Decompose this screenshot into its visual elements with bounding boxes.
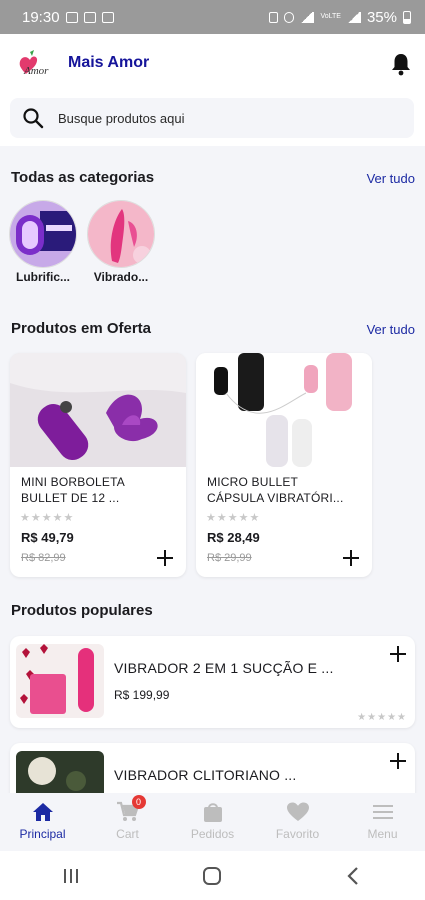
heart-icon xyxy=(286,802,309,821)
nav-item-pedidos[interactable]: Pedidos xyxy=(170,793,255,851)
nav-item-favorito[interactable]: Favorito xyxy=(255,793,340,851)
bell-icon[interactable] xyxy=(390,52,412,76)
app-header: Amor Mais Amor xyxy=(0,34,425,146)
nav-label: Pedidos xyxy=(190,827,235,841)
product-price: R$ 28,49 xyxy=(207,530,260,545)
nav-item-principal[interactable]: Principal xyxy=(0,793,85,851)
search-bar[interactable] xyxy=(10,98,414,138)
product-name: VIBRADOR CLITORIANO ... xyxy=(114,767,297,783)
battery-percent: 35% xyxy=(366,8,397,26)
gallery-icon xyxy=(101,11,114,23)
signal-icon xyxy=(346,11,361,23)
nav-item-cart[interactable]: 0 Cart xyxy=(85,793,170,851)
offer-card[interactable]: MINI BORBOLETA BULLET DE 12 ... ★★★★★ R$… xyxy=(10,353,186,577)
notification-icon xyxy=(83,11,96,23)
brand-name: Mais Amor xyxy=(68,54,150,71)
add-to-cart-icon[interactable] xyxy=(342,549,360,567)
category-item-lubrificantes[interactable]: Lubrific... xyxy=(6,200,80,284)
add-to-cart-icon[interactable] xyxy=(156,549,174,567)
bag-icon xyxy=(203,803,222,822)
product-price: R$ 49,79 xyxy=(21,530,74,545)
categories-see-all-link[interactable]: Ver tudo xyxy=(367,171,415,186)
offers-title: Produtos em Oferta xyxy=(11,320,152,337)
status-bar: 19:30 VoLTE 35% xyxy=(0,0,425,34)
category-image xyxy=(9,200,77,268)
offers-see-all-link[interactable]: Ver tudo xyxy=(367,322,415,337)
category-label: Lubrific... xyxy=(16,270,70,284)
notification-icon xyxy=(65,11,78,23)
add-to-cart-icon[interactable] xyxy=(389,645,407,663)
nav-item-menu[interactable]: Menu xyxy=(340,793,425,851)
home-button-icon[interactable] xyxy=(201,865,223,887)
rating-stars: ★★★★★ xyxy=(357,712,407,723)
system-navigation-bar xyxy=(0,851,425,900)
menu-icon xyxy=(372,805,393,819)
home-icon xyxy=(32,803,53,821)
search-input[interactable] xyxy=(58,110,358,126)
rating-stars: ★★★★★ xyxy=(206,512,261,524)
alarm-icon xyxy=(269,11,279,23)
battery-icon xyxy=(403,10,411,24)
rating-stars: ★★★★★ xyxy=(20,512,75,524)
category-image xyxy=(87,200,155,268)
product-name: VIBRADOR 2 EM 1 SUCÇÃO E ... xyxy=(114,660,334,676)
product-price: R$ 199,99 xyxy=(114,688,170,702)
recent-apps-icon[interactable] xyxy=(60,865,82,887)
mute-icon xyxy=(284,11,295,23)
add-to-cart-icon[interactable] xyxy=(389,752,407,770)
wifi-icon xyxy=(300,11,315,23)
product-name: MINI BORBOLETA BULLET DE 12 ... xyxy=(21,475,125,505)
product-image xyxy=(16,644,104,718)
product-image xyxy=(10,353,186,467)
bottom-navigation: Principal 0 Cart Pedidos Favorito Menu xyxy=(0,793,425,851)
logo-text: Amor xyxy=(23,65,49,77)
nav-label: Menu xyxy=(367,827,398,841)
cart-count-badge: 0 xyxy=(131,795,146,809)
product-old-price: R$ 82,99 xyxy=(21,552,66,564)
category-label: Vibrado... xyxy=(93,270,149,284)
status-time: 19:30 xyxy=(22,8,60,26)
nav-label: Favorito xyxy=(275,827,320,841)
categories-title: Todas as categorias xyxy=(11,169,155,186)
offer-card[interactable]: MICRO BULLET CÁPSULA VIBRATÓRI... ★★★★★ … xyxy=(196,353,372,577)
category-item-vibradores[interactable]: Vibrado... xyxy=(84,200,158,284)
product-name: MICRO BULLET CÁPSULA VIBRATÓRI... xyxy=(207,475,344,505)
popular-product-row[interactable]: VIBRADOR 2 EM 1 SUCÇÃO E ... R$ 199,99 ★… xyxy=(10,636,415,728)
network-label: VoLTE xyxy=(320,13,341,20)
product-image xyxy=(196,353,372,467)
popular-title: Produtos populares xyxy=(11,602,153,619)
nav-label: Principal xyxy=(19,827,66,841)
nav-label: Cart xyxy=(116,827,139,841)
back-icon[interactable] xyxy=(343,865,365,887)
product-old-price: R$ 29,99 xyxy=(207,552,252,564)
search-icon xyxy=(23,108,44,129)
brand-logo: Amor xyxy=(19,50,49,77)
